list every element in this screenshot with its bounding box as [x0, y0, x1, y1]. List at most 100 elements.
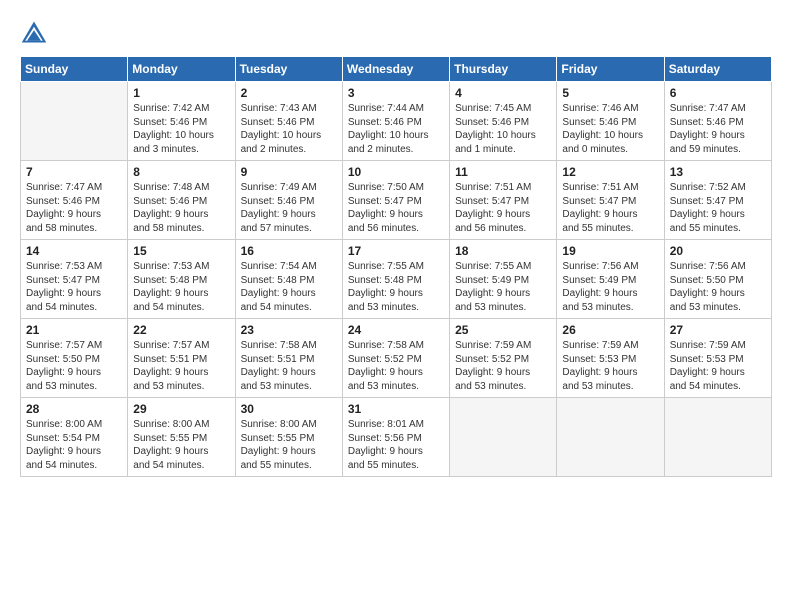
calendar-cell: 22Sunrise: 7:57 AM Sunset: 5:51 PM Dayli…: [128, 319, 235, 398]
day-info: Sunrise: 7:47 AM Sunset: 5:46 PM Dayligh…: [670, 102, 766, 156]
day-number: 20: [670, 244, 766, 258]
calendar-cell: [450, 398, 557, 477]
calendar-cell: 29 Sunrise: 8:00 AM Sunset: 5:55 PM Dayli…: [128, 398, 235, 477]
day-info: Sunrise: 7:43 AM Sunset: 5:46 PM Dayligh…: [241, 102, 337, 156]
calendar-cell: 12Sunrise: 7:51 AM Sunset: 5:47 PM Dayli…: [557, 161, 664, 240]
calendar-cell: 4 Sunrise: 7:45 AM Sunset: 5:46 PM Daylig…: [450, 82, 557, 161]
day-info: Sunrise: 7:57 AM Sunset: 5:51 PM Dayligh…: [133, 339, 229, 393]
calendar-cell: 31 Sunrise: 8:01 AM Sunset: 5:56 PM Dayli…: [342, 398, 449, 477]
day-info: Sunrise: 7:48 AM Sunset: 5:46 PM Dayligh…: [133, 181, 229, 235]
calendar-week-row: 28Sunrise: 8:00 AM Sunset: 5:54 PM Dayli…: [21, 398, 772, 477]
day-info: Sunrise: 7:50 AM Sunset: 5:47 PM Dayligh…: [348, 181, 444, 235]
calendar-week-row: 14 Sunrise: 7:53 AM Sunset: 5:47 PM Dayli…: [21, 240, 772, 319]
day-number: 23: [241, 323, 337, 337]
calendar-cell: 10 Sunrise: 7:50 AM Sunset: 5:47 PM Dayli…: [342, 161, 449, 240]
day-number: 8: [133, 165, 229, 179]
day-info: Sunrise: 7:52 AM Sunset: 5:47 PM Dayligh…: [670, 181, 766, 235]
day-info: Sunrise: 8:00 AM Sunset: 5:55 PM Dayligh…: [133, 418, 229, 472]
weekday-header-wednesday: Wednesday: [342, 57, 449, 82]
day-number: 26: [562, 323, 658, 337]
header: [20, 18, 772, 46]
logo: [20, 18, 52, 46]
day-number: 29: [133, 402, 229, 416]
day-number: 5: [562, 86, 658, 100]
calendar-cell: 20 Sunrise: 7:56 AM Sunset: 5:50 PM Dayli…: [664, 240, 771, 319]
day-info: Sunrise: 7:59 AM Sunset: 5:53 PM Dayligh…: [670, 339, 766, 393]
calendar-cell: 8 Sunrise: 7:48 AM Sunset: 5:46 PM Daylig…: [128, 161, 235, 240]
calendar-cell: 6 Sunrise: 7:47 AM Sunset: 5:46 PM Daylig…: [664, 82, 771, 161]
day-info: Sunrise: 7:59 AM Sunset: 5:53 PM Dayligh…: [562, 339, 658, 393]
day-number: 6: [670, 86, 766, 100]
calendar-cell: 15 Sunrise: 7:53 AM Sunset: 5:48 PM Dayli…: [128, 240, 235, 319]
calendar-cell: 11 Sunrise: 7:51 AM Sunset: 5:47 PM Dayli…: [450, 161, 557, 240]
day-number: 10: [348, 165, 444, 179]
day-info: Sunrise: 7:44 AM Sunset: 5:46 PM Dayligh…: [348, 102, 444, 156]
calendar-cell: 30 Sunrise: 8:00 AM Sunset: 5:55 PM Dayli…: [235, 398, 342, 477]
weekday-header-tuesday: Tuesday: [235, 57, 342, 82]
day-number: 1: [133, 86, 229, 100]
calendar-cell: 2Sunrise: 7:43 AM Sunset: 5:46 PM Daylig…: [235, 82, 342, 161]
calendar-cell: 19 Sunrise: 7:56 AM Sunset: 5:49 PM Dayli…: [557, 240, 664, 319]
day-info: Sunrise: 7:56 AM Sunset: 5:49 PM Dayligh…: [562, 260, 658, 314]
day-info: Sunrise: 7:55 AM Sunset: 5:48 PM Dayligh…: [348, 260, 444, 314]
calendar-cell: [664, 398, 771, 477]
day-number: 27: [670, 323, 766, 337]
calendar-cell: 23Sunrise: 7:58 AM Sunset: 5:51 PM Dayli…: [235, 319, 342, 398]
day-number: 21: [26, 323, 122, 337]
day-number: 14: [26, 244, 122, 258]
day-info: Sunrise: 7:54 AM Sunset: 5:48 PM Dayligh…: [241, 260, 337, 314]
calendar-cell: 25Sunrise: 7:59 AM Sunset: 5:52 PM Dayli…: [450, 319, 557, 398]
weekday-header-monday: Monday: [128, 57, 235, 82]
day-info: Sunrise: 7:58 AM Sunset: 5:52 PM Dayligh…: [348, 339, 444, 393]
day-info: Sunrise: 7:51 AM Sunset: 5:47 PM Dayligh…: [455, 181, 551, 235]
day-number: 19: [562, 244, 658, 258]
day-number: 15: [133, 244, 229, 258]
calendar-cell: 5 Sunrise: 7:46 AM Sunset: 5:46 PM Daylig…: [557, 82, 664, 161]
calendar-week-row: 1 Sunrise: 7:42 AM Sunset: 5:46 PM Daylig…: [21, 82, 772, 161]
calendar-cell: 9 Sunrise: 7:49 AM Sunset: 5:46 PM Daylig…: [235, 161, 342, 240]
calendar-cell: 17 Sunrise: 7:55 AM Sunset: 5:48 PM Dayli…: [342, 240, 449, 319]
day-number: 31: [348, 402, 444, 416]
day-number: 13: [670, 165, 766, 179]
calendar-cell: 26 Sunrise: 7:59 AM Sunset: 5:53 PM Dayli…: [557, 319, 664, 398]
day-info: Sunrise: 7:53 AM Sunset: 5:47 PM Dayligh…: [26, 260, 122, 314]
weekday-header-row: SundayMondayTuesdayWednesdayThursdayFrid…: [21, 57, 772, 82]
day-info: Sunrise: 8:01 AM Sunset: 5:56 PM Dayligh…: [348, 418, 444, 472]
logo-icon: [20, 18, 48, 46]
calendar-cell: 16 Sunrise: 7:54 AM Sunset: 5:48 PM Dayli…: [235, 240, 342, 319]
day-number: 12: [562, 165, 658, 179]
calendar-cell: 1 Sunrise: 7:42 AM Sunset: 5:46 PM Daylig…: [128, 82, 235, 161]
day-info: Sunrise: 7:57 AM Sunset: 5:50 PM Dayligh…: [26, 339, 122, 393]
day-number: 7: [26, 165, 122, 179]
day-number: 11: [455, 165, 551, 179]
weekday-header-saturday: Saturday: [664, 57, 771, 82]
calendar-cell: 7 Sunrise: 7:47 AM Sunset: 5:46 PM Daylig…: [21, 161, 128, 240]
day-info: Sunrise: 7:42 AM Sunset: 5:46 PM Dayligh…: [133, 102, 229, 156]
day-number: 17: [348, 244, 444, 258]
calendar-cell: 27 Sunrise: 7:59 AM Sunset: 5:53 PM Dayli…: [664, 319, 771, 398]
day-info: Sunrise: 7:56 AM Sunset: 5:50 PM Dayligh…: [670, 260, 766, 314]
day-number: 24: [348, 323, 444, 337]
calendar-week-row: 21 Sunrise: 7:57 AM Sunset: 5:50 PM Dayli…: [21, 319, 772, 398]
day-info: Sunrise: 8:00 AM Sunset: 5:55 PM Dayligh…: [241, 418, 337, 472]
day-info: Sunrise: 7:45 AM Sunset: 5:46 PM Dayligh…: [455, 102, 551, 156]
weekday-header-sunday: Sunday: [21, 57, 128, 82]
calendar-week-row: 7 Sunrise: 7:47 AM Sunset: 5:46 PM Daylig…: [21, 161, 772, 240]
day-number: 30: [241, 402, 337, 416]
calendar-cell: 28Sunrise: 8:00 AM Sunset: 5:54 PM Dayli…: [21, 398, 128, 477]
calendar-cell: [21, 82, 128, 161]
day-number: 4: [455, 86, 551, 100]
page: SundayMondayTuesdayWednesdayThursdayFrid…: [0, 0, 792, 612]
day-number: 9: [241, 165, 337, 179]
day-info: Sunrise: 7:46 AM Sunset: 5:46 PM Dayligh…: [562, 102, 658, 156]
calendar-cell: 21 Sunrise: 7:57 AM Sunset: 5:50 PM Dayli…: [21, 319, 128, 398]
day-info: Sunrise: 7:49 AM Sunset: 5:46 PM Dayligh…: [241, 181, 337, 235]
calendar-cell: 14 Sunrise: 7:53 AM Sunset: 5:47 PM Dayli…: [21, 240, 128, 319]
day-info: Sunrise: 7:53 AM Sunset: 5:48 PM Dayligh…: [133, 260, 229, 314]
weekday-header-friday: Friday: [557, 57, 664, 82]
day-info: Sunrise: 7:47 AM Sunset: 5:46 PM Dayligh…: [26, 181, 122, 235]
calendar-cell: 18Sunrise: 7:55 AM Sunset: 5:49 PM Dayli…: [450, 240, 557, 319]
calendar-cell: 24 Sunrise: 7:58 AM Sunset: 5:52 PM Dayli…: [342, 319, 449, 398]
calendar-table: SundayMondayTuesdayWednesdayThursdayFrid…: [20, 56, 772, 477]
day-number: 16: [241, 244, 337, 258]
